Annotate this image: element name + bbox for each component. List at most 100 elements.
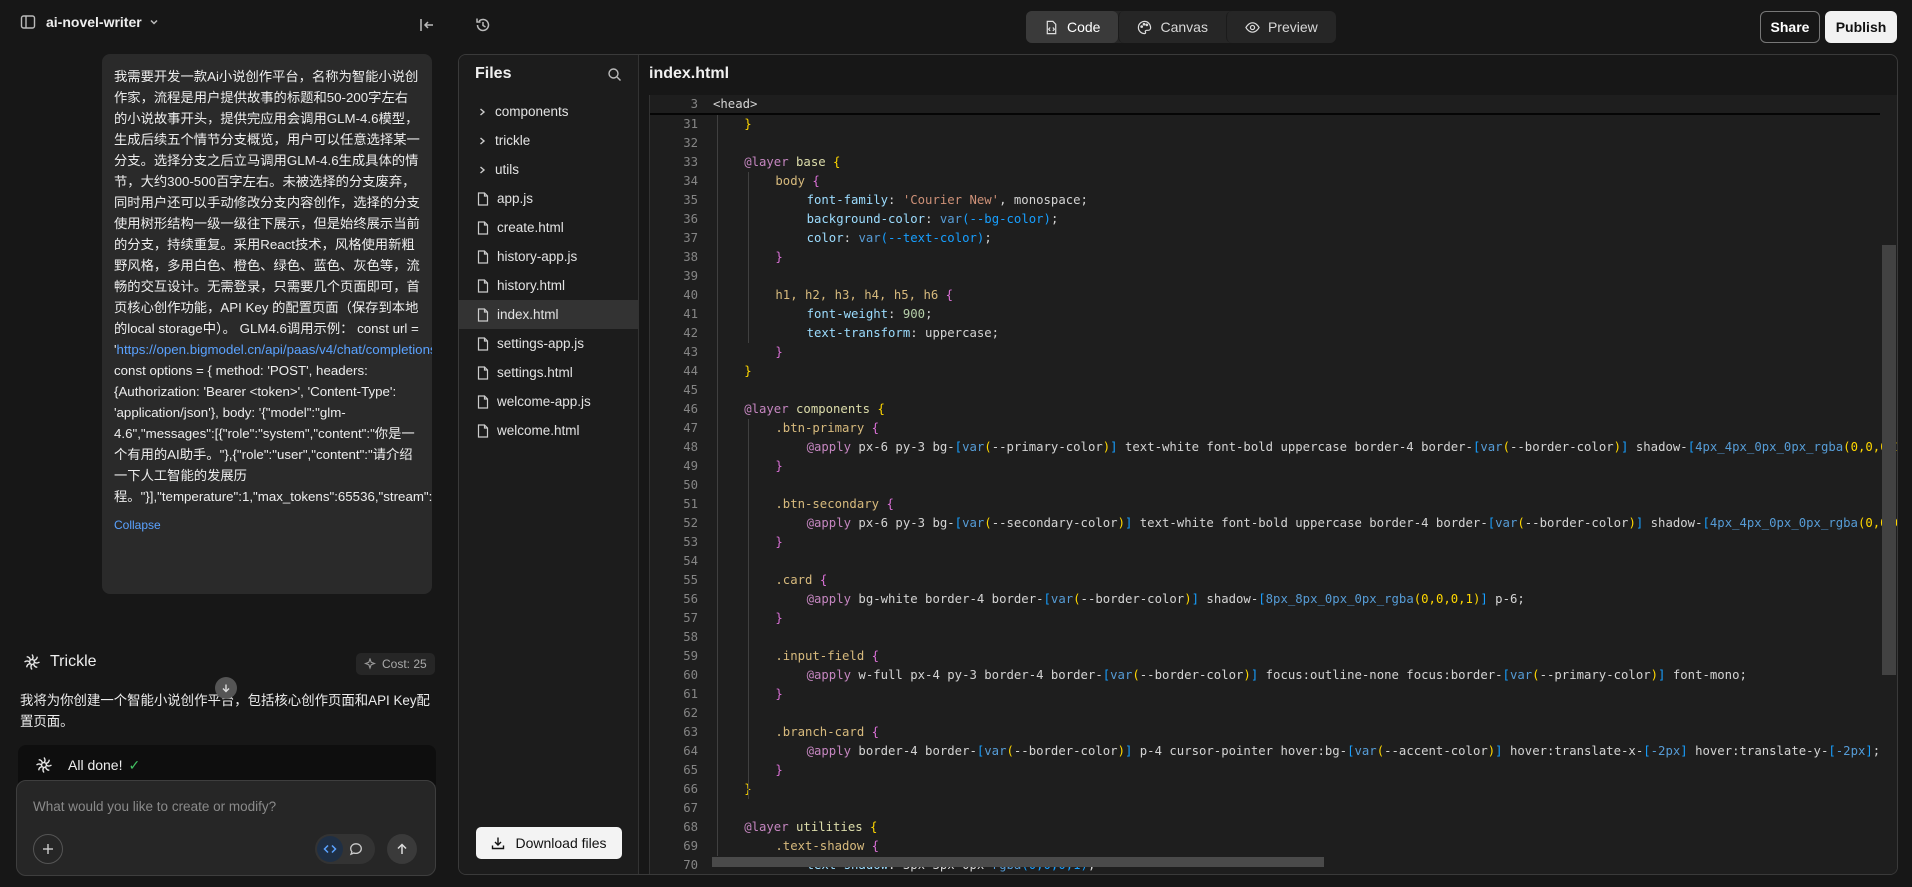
status-bar: All done! ✓ — [18, 745, 436, 785]
code-line: body { — [775, 174, 820, 188]
publish-button[interactable]: Publish — [1825, 11, 1897, 43]
code-line: } — [775, 535, 783, 549]
line-number: 33 — [683, 155, 698, 169]
code-line: } — [775, 763, 783, 777]
file-item[interactable]: app.js — [459, 184, 639, 213]
cost-label: Cost: 25 — [382, 657, 427, 671]
code-line: } — [744, 117, 752, 131]
line-number: 58 — [683, 630, 698, 644]
file-item[interactable]: create.html — [459, 213, 639, 242]
tab-preview[interactable]: Preview — [1225, 11, 1336, 43]
line-number: 40 — [683, 288, 698, 302]
file-item[interactable]: history.html — [459, 271, 639, 300]
send-button[interactable] — [387, 834, 417, 864]
file-icon — [477, 220, 489, 235]
sticky-scroll-line[interactable]: 3 <head> — [650, 95, 1880, 115]
line-number: 53 — [683, 535, 698, 549]
code-line: } — [775, 687, 783, 701]
mode-toggle — [315, 834, 375, 864]
code-line: .input-field { — [775, 649, 880, 663]
attach-button[interactable] — [33, 834, 63, 864]
code-line: @apply border-4 border-[var(--border-col… — [806, 744, 1881, 758]
tab-code[interactable]: Code — [1026, 11, 1119, 43]
search-icon[interactable] — [607, 67, 622, 82]
code-line: font-weight: 900; — [806, 307, 933, 321]
file-name: history.html — [497, 278, 566, 293]
file-item[interactable]: settings-app.js — [459, 329, 639, 358]
plus-icon — [43, 844, 53, 854]
folder-item[interactable]: components — [459, 97, 639, 126]
file-icon — [477, 191, 489, 206]
file-name: index.html — [497, 307, 559, 322]
tab-canvas[interactable]: Canvas — [1118, 11, 1225, 43]
line-number: 57 — [683, 611, 698, 625]
code-line: } — [744, 364, 752, 378]
files-title: Files — [475, 65, 512, 82]
code-line: text-transform: uppercase; — [806, 326, 1000, 340]
history-icon[interactable] — [474, 16, 492, 34]
tab-code-label: Code — [1067, 19, 1101, 35]
share-button[interactable]: Share — [1760, 11, 1820, 43]
code-line: .text-shadow { — [775, 839, 880, 853]
file-name: trickle — [495, 133, 531, 148]
chat-input[interactable]: What would you like to create or modify? — [33, 799, 276, 814]
file-name: settings-app.js — [497, 336, 585, 351]
file-name: welcome-app.js — [497, 394, 591, 409]
folder-item[interactable]: utils — [459, 155, 639, 184]
sidebar-toggle-icon[interactable] — [20, 14, 36, 30]
code-mode-button[interactable] — [317, 836, 343, 862]
file-icon — [477, 278, 489, 293]
file-item[interactable]: welcome-app.js — [459, 387, 639, 416]
file-item[interactable]: welcome.html — [459, 416, 639, 445]
tab-preview-label: Preview — [1267, 19, 1318, 35]
line-number: 37 — [683, 231, 698, 245]
trickle-logo-icon — [22, 652, 42, 672]
line-number: 60 — [683, 668, 698, 682]
chevron-right-icon — [477, 107, 487, 117]
line-number: 66 — [683, 782, 698, 796]
project-switcher[interactable]: ai-novel-writer — [20, 14, 160, 30]
assistant-name: Trickle — [50, 653, 97, 670]
file-name: app.js — [497, 191, 534, 206]
user-message-text-cont: '; const options = { method: 'POST', hea… — [114, 363, 432, 504]
file-name: settings.html — [497, 365, 573, 380]
line-number: 46 — [683, 402, 698, 416]
chevron-right-icon — [477, 165, 487, 175]
collapse-link[interactable]: Collapse — [114, 515, 420, 536]
line-number: 54 — [683, 554, 698, 568]
file-item[interactable]: index.html — [459, 300, 639, 329]
line-number: 67 — [683, 801, 698, 815]
line-number: 70 — [683, 858, 698, 872]
code-line: @layer base { — [744, 155, 841, 169]
file-item[interactable]: history-app.js — [459, 242, 639, 271]
line-number: 36 — [683, 212, 698, 226]
chat-bubble-icon — [349, 843, 362, 856]
chat-mode-button[interactable] — [343, 836, 369, 862]
file-name: components — [495, 104, 569, 119]
file-icon — [477, 423, 489, 438]
line-number: 62 — [683, 706, 698, 720]
download-icon — [492, 837, 505, 850]
collapse-panel-icon[interactable] — [418, 16, 436, 34]
api-url-link[interactable]: https://open.bigmodel.cn/api/paas/v4/cha… — [117, 342, 432, 357]
vertical-scrollbar[interactable] — [1882, 245, 1896, 675]
chevron-down-icon[interactable] — [148, 16, 160, 28]
line-number: 45 — [683, 383, 698, 397]
download-files-button[interactable]: Download files — [476, 827, 622, 859]
horizontal-scrollbar[interactable] — [712, 857, 1324, 867]
code-line: color: var(--text-color); — [806, 231, 992, 245]
code-line: } — [775, 250, 783, 264]
code-editor[interactable]: 31} 32 33 @layer base {34 body {35 font-famil… — [649, 95, 1897, 874]
code-workspace: Files components trickle utils app.js create… — [458, 54, 1898, 875]
code-line: .btn-primary { — [775, 421, 880, 435]
user-message: 我需要开发一款Ai小说创作平台，名称为智能小说创作家，流程是用户提供故事的标题和… — [102, 54, 432, 594]
line-number: 44 — [683, 364, 698, 378]
code-line: @layer components { — [744, 402, 885, 416]
code-line: } — [775, 345, 783, 359]
line-number: 47 — [683, 421, 698, 435]
code-line: @layer utilities { — [744, 820, 878, 834]
file-item[interactable]: settings.html — [459, 358, 639, 387]
scroll-down-button[interactable] — [215, 677, 237, 699]
folder-item[interactable]: trickle — [459, 126, 639, 155]
line-number: 32 — [683, 136, 698, 150]
